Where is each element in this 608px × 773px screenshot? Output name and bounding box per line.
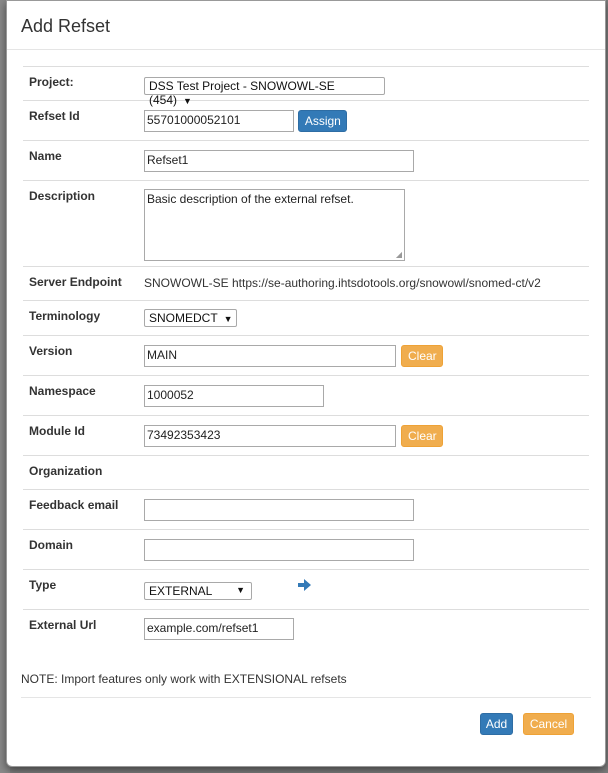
type-select-value: EXTERNAL [149, 584, 213, 598]
server-endpoint-value: SNOWOWL-SE https://se-authoring.ihtsdoto… [144, 276, 541, 290]
arrow-right-icon[interactable] [298, 579, 311, 594]
cancel-button[interactable]: Cancel [523, 713, 574, 735]
resize-handle-icon[interactable]: ◢ [396, 250, 402, 259]
refset-id-label: Refset Id [23, 100, 144, 141]
module-id-label: Module Id [23, 415, 144, 456]
terminology-select[interactable]: SNOMEDCT ▼ [144, 309, 237, 327]
namespace-input[interactable]: 1000052 [144, 385, 324, 407]
external-url-label: External Url [23, 609, 144, 650]
name-input[interactable]: Refset1 [144, 150, 414, 172]
add-refset-dialog: Add Refset Project: DSS Test Project - S… [6, 0, 606, 767]
feedback-email-input[interactable] [144, 499, 414, 521]
caret-down-icon: ▼ [223, 314, 233, 324]
domain-label: Domain [23, 529, 144, 570]
terminology-select-value: SNOMEDCT [149, 311, 218, 325]
module-id-clear-button[interactable]: Clear [401, 425, 444, 447]
terminology-label: Terminology [23, 300, 144, 336]
type-select[interactable]: EXTERNAL ▼ [144, 582, 252, 600]
refset-form: Project: DSS Test Project - SNOWOWL-SE (… [23, 66, 589, 650]
description-label: Description [23, 180, 144, 267]
organization-label: Organization [23, 455, 144, 490]
name-label: Name [23, 140, 144, 181]
refset-id-input[interactable]: 55701000052101 [144, 110, 294, 132]
project-label: Project: [23, 66, 144, 101]
module-id-input[interactable]: 73492353423 [144, 425, 396, 447]
dialog-title: Add Refset [21, 16, 111, 36]
namespace-label: Namespace [23, 375, 144, 416]
feedback-email-label: Feedback email [23, 489, 144, 530]
domain-input[interactable] [144, 539, 414, 561]
description-textarea[interactable]: Basic description of the external refset… [144, 189, 405, 261]
modal-header: Add Refset [7, 1, 605, 50]
description-text: Basic description of the external refset… [147, 192, 354, 206]
external-url-input[interactable]: example.com/refset1 [144, 618, 294, 640]
version-input[interactable]: MAIN [144, 345, 396, 367]
footer-divider [21, 697, 591, 698]
assign-button[interactable]: Assign [298, 110, 348, 132]
caret-down-icon: ▼ [236, 585, 245, 595]
version-clear-button[interactable]: Clear [401, 345, 444, 367]
server-endpoint-label: Server Endpoint [23, 266, 144, 301]
project-select[interactable]: DSS Test Project - SNOWOWL-SE (454) ▼ [144, 77, 385, 107]
import-note: NOTE: Import features only work with EXT… [21, 672, 347, 686]
organization-value [144, 455, 589, 490]
version-label: Version [23, 335, 144, 376]
type-label: Type [23, 569, 144, 610]
add-button[interactable]: Add [480, 713, 513, 735]
